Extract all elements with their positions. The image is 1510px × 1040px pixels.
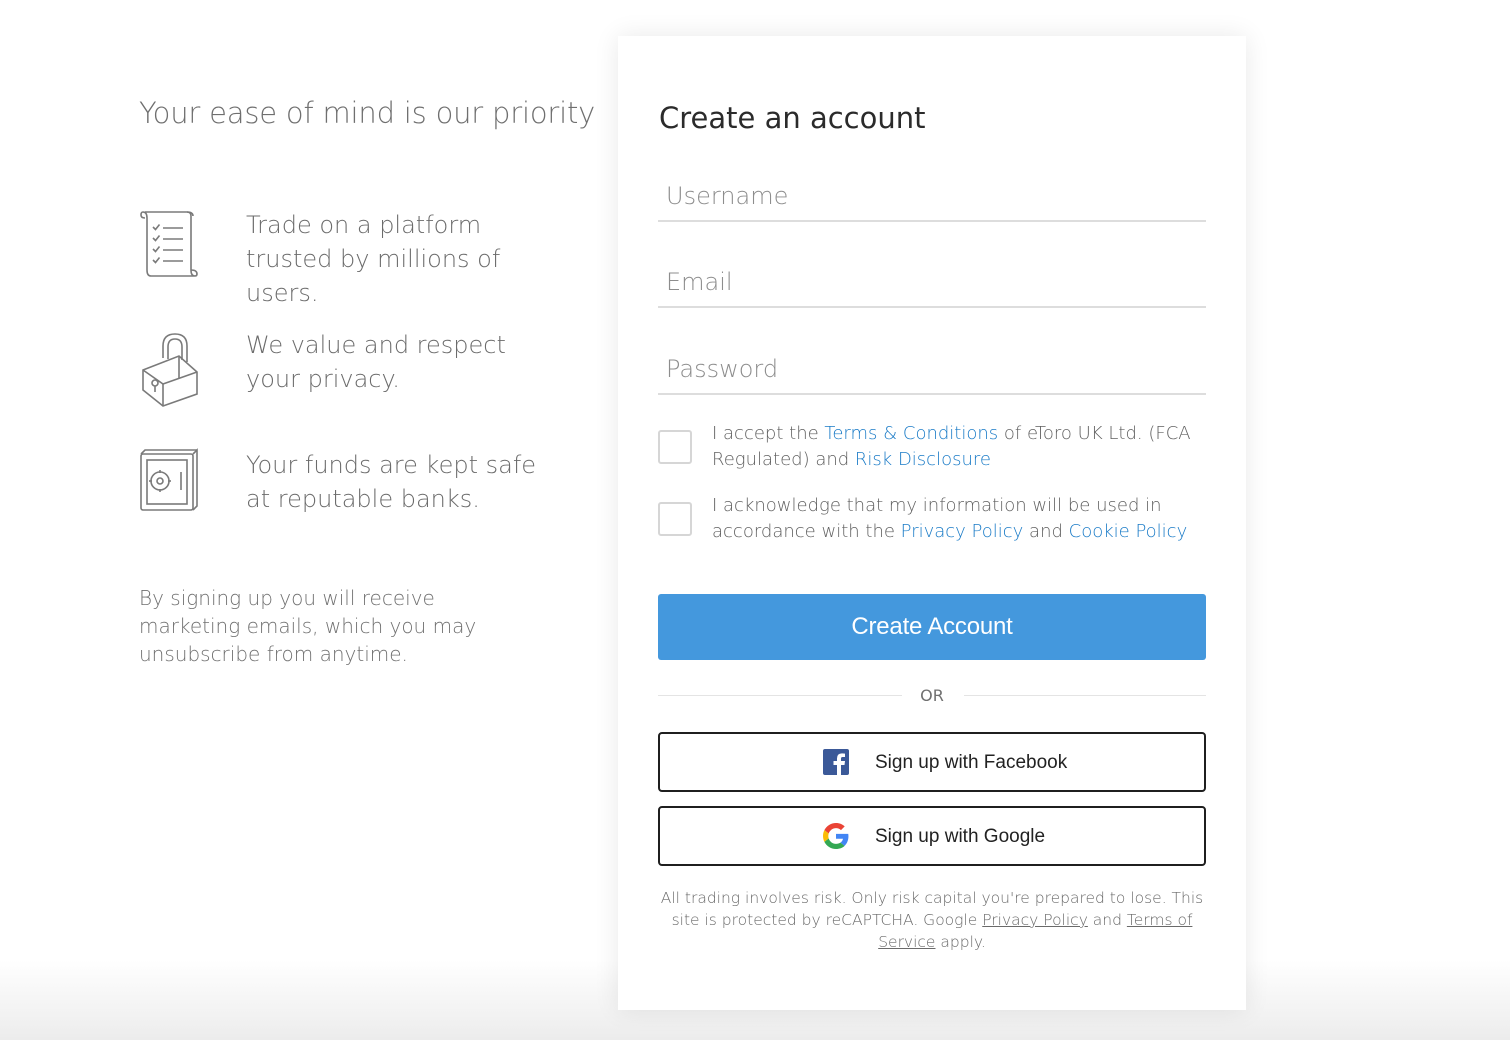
cookie-policy-link[interactable]: Cookie Policy [1069,521,1188,542]
or-divider: OR [658,684,1206,708]
terms-consent-row: I accept the Terms & Conditions of eToro… [658,423,1206,486]
privacy-checkbox[interactable] [658,502,692,536]
google-signup-button[interactable]: Sign up with Google [658,806,1206,866]
feature-privacy: We value and respect your privacy. [139,328,569,408]
risk-disclosure-link[interactable]: Risk Disclosure [855,449,991,470]
password-field[interactable] [658,345,1206,395]
disclaimer-text-2: apply. [935,933,986,951]
google-privacy-policy-link[interactable]: Privacy Policy [982,911,1088,929]
disclaimer-and: and [1087,911,1127,929]
form-title: Create an account [659,101,926,135]
privacy-policy-link[interactable]: Privacy Policy [901,521,1024,542]
marketing-note: By signing up you will receive marketing… [139,586,477,666]
terms-conditions-link[interactable]: Terms & Conditions [824,423,998,444]
feature-trusted: Trade on a platform trusted by millions … [139,208,569,307]
padlock-icon [139,328,199,408]
feature-funds-text: Your funds are kept safe at reputable ba… [246,451,537,513]
username-field[interactable] [658,172,1206,222]
feature-trusted-text: Trade on a platform trusted by millions … [246,211,501,307]
email-field[interactable] [658,258,1206,308]
trust-panel: Your ease of mind is our priority Trade … [139,90,596,666]
signup-page: Your ease of mind is our priority Trade … [0,0,1510,1040]
or-label: OR [920,686,944,705]
facebook-signup-button[interactable]: Sign up with Facebook [658,732,1206,792]
signup-form: Create an account I accept the Terms & C… [658,36,1206,1010]
feature-privacy-text: We value and respect your privacy. [246,331,506,393]
trust-heading: Your ease of mind is our priority [139,96,596,130]
google-icon [823,823,849,849]
signup-card: Create an account I accept the Terms & C… [618,36,1246,1010]
risk-disclaimer: All trading involves risk. Only risk cap… [658,887,1206,953]
privacy-consent-row: I acknowledge that my information will b… [658,495,1206,558]
safe-icon [139,448,199,528]
terms-prefix: I accept the [712,423,825,444]
divider-line-left [658,695,902,696]
terms-consent-text: I accept the Terms & Conditions of eToro… [712,421,1202,473]
create-account-button[interactable]: Create Account [658,594,1206,660]
facebook-signup-label: Sign up with Facebook [875,752,1068,773]
privacy-consent-text: I acknowledge that my information will b… [712,493,1202,545]
divider-line-right [964,695,1206,696]
feature-funds: Your funds are kept safe at reputable ba… [139,448,569,528]
google-signup-label: Sign up with Google [875,826,1046,847]
checklist-scroll-icon [139,208,199,288]
facebook-icon [823,749,849,775]
privacy-middle: and [1023,521,1069,542]
terms-checkbox[interactable] [658,430,692,464]
